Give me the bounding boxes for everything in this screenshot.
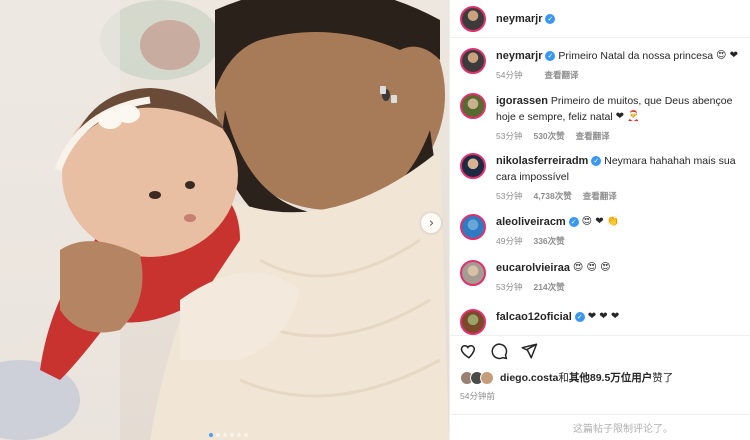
comment-emojis: 😍 ❤ 👏 — [581, 216, 620, 228]
author-username[interactable]: neymarjr — [496, 13, 542, 25]
post-details-panel: neymarjr ✓ neymarjr ✓ Primeiro Natal da n… — [449, 0, 750, 440]
comment-icon[interactable] — [490, 342, 508, 360]
comment-meta: 53分钟 214次赞 — [496, 279, 741, 295]
post-time[interactable]: 54分钟前 — [460, 390, 495, 402]
comment-text-line: igorassen Primeiro de muitos, que Deus a… — [496, 93, 741, 125]
see-translation-link[interactable]: 查看翻译 — [544, 67, 578, 83]
comment-meta: 54分钟 查看翻译 — [496, 67, 741, 83]
commenter-avatar[interactable] — [460, 153, 486, 179]
comment-likes[interactable]: 214次赞 — [533, 279, 564, 295]
heart-icon[interactable] — [460, 342, 478, 360]
comment-meta: 53分钟 530次赞 查看翻译 — [496, 128, 741, 144]
comment-text-line: neymarjr ✓ Primeiro Natal da nossa prince… — [496, 48, 741, 64]
slide-dot — [230, 433, 234, 437]
comment-body: falcao12oficial ✓ ❤ ❤ ❤ — [496, 309, 741, 335]
comment-body: eucarolvieiraa 😍 😍 😍 53分钟 214次赞 — [496, 260, 741, 295]
verified-badge-icon: ✓ — [545, 13, 556, 24]
see-translation-link[interactable]: 查看翻译 — [576, 128, 610, 144]
comment-body: neymarjr ✓ Primeiro Natal da nossa prince… — [496, 48, 741, 83]
comment-body: aleoliveiracm ✓ 😍 ❤ 👏 49分钟 336次赞 — [496, 214, 741, 249]
comment-text-line: nikolasferreiradm ✓ Neymara hahahah mais … — [496, 153, 741, 185]
chevron-right-icon: › — [428, 215, 435, 231]
likes-others-link[interactable]: 其他89.5万位用户 — [569, 372, 652, 384]
commenter-avatar[interactable] — [460, 309, 486, 335]
post-photo[interactable]: › — [0, 0, 449, 440]
commenter-avatar[interactable] — [460, 93, 486, 119]
commenter-username[interactable]: aleoliveiracm — [496, 216, 566, 228]
commenter-username[interactable]: nikolasferreiradm — [496, 155, 588, 167]
comment-likes[interactable]: 530次赞 — [533, 128, 564, 144]
comment-emojis: 😍 😍 😍 — [572, 262, 611, 274]
commenter-avatar[interactable] — [460, 48, 486, 74]
comment-meta: 53分钟 4,738次赞 查看翻译 — [496, 188, 741, 204]
comment-time[interactable]: 53分钟 — [496, 188, 522, 204]
author-avatar[interactable] — [460, 5, 486, 32]
likes-end: 赞了 — [652, 372, 674, 384]
action-bar — [450, 335, 750, 365]
comment-likes[interactable]: 336次赞 — [533, 233, 564, 249]
slide-dot — [216, 433, 220, 437]
comment-item: eucarolvieiraa 😍 😍 😍 53分钟 214次赞 — [450, 260, 750, 295]
comment-item: igorassen Primeiro de muitos, que Deus a… — [450, 93, 750, 144]
comment-text: Primeiro Natal da nossa princesa — [558, 50, 714, 62]
comment-time[interactable]: 54分钟 — [496, 67, 522, 83]
liker-avatar — [480, 370, 494, 385]
comment-item: neymarjr ✓ Primeiro Natal da nossa prince… — [450, 48, 750, 83]
comment-text-line: eucarolvieiraa 😍 😍 😍 — [496, 260, 741, 276]
comment-text-line: falcao12oficial ✓ ❤ ❤ ❤ — [496, 309, 741, 325]
comment-item: falcao12oficial ✓ ❤ ❤ ❤ — [450, 309, 750, 335]
comment-meta: 49分钟 336次赞 — [496, 233, 741, 249]
commenter-username[interactable]: falcao12oficial — [496, 311, 572, 323]
share-icon[interactable] — [520, 342, 538, 360]
comment-emojis: 😍 ❤ — [715, 50, 738, 62]
comment-body: igorassen Primeiro de muitos, que Deus a… — [496, 93, 741, 144]
comments-closed-notice: 这篇帖子限制评论了。 — [450, 414, 750, 440]
slide-dot — [244, 433, 248, 437]
comment-text-line: aleoliveiracm ✓ 😍 ❤ 👏 — [496, 214, 741, 230]
slide-dot — [237, 433, 241, 437]
comment-emojis: ❤ 🎅 — [615, 111, 640, 123]
comment-emojis: ❤ ❤ ❤ — [587, 311, 620, 323]
comment-time[interactable]: 49分钟 — [496, 233, 522, 249]
slide-indicator — [209, 433, 248, 437]
verified-badge-icon: ✓ — [568, 217, 579, 228]
commenter-username[interactable]: neymarjr — [496, 50, 542, 62]
commenter-avatar[interactable] — [460, 260, 486, 286]
comment-body: nikolasferreiradm ✓ Neymara hahahah mais … — [496, 153, 741, 204]
commenter-username[interactable]: igorassen — [496, 95, 548, 107]
commenter-username[interactable]: eucarolvieiraa — [496, 262, 570, 274]
likes-and: 和 — [558, 372, 569, 384]
see-translation-link[interactable]: 查看翻译 — [583, 188, 617, 204]
slide-dot — [209, 433, 213, 437]
verified-badge-icon: ✓ — [574, 312, 585, 323]
commenter-avatar[interactable] — [460, 214, 486, 240]
comment-item: nikolasferreiradm ✓ Neymara hahahah mais … — [450, 153, 750, 204]
comment-time[interactable]: 53分钟 — [496, 279, 522, 295]
photo-illustration — [0, 0, 449, 440]
likes-summary: diego.costa和其他89.5万位用户赞了 — [460, 370, 673, 385]
slide-dot — [223, 433, 227, 437]
next-slide-button[interactable]: › — [421, 213, 441, 233]
comment-time[interactable]: 53分钟 — [496, 128, 522, 144]
comment-item: aleoliveiracm ✓ 😍 ❤ 👏 49分钟 336次赞 — [450, 214, 750, 249]
likes-text: diego.costa和其他89.5万位用户赞了 — [500, 370, 673, 385]
verified-badge-icon: ✓ — [545, 51, 556, 62]
post-header: neymarjr ✓ — [450, 0, 750, 38]
liker-username[interactable]: diego.costa — [500, 372, 558, 384]
verified-badge-icon: ✓ — [591, 156, 602, 167]
comment-likes[interactable]: 4,738次赞 — [533, 188, 571, 204]
